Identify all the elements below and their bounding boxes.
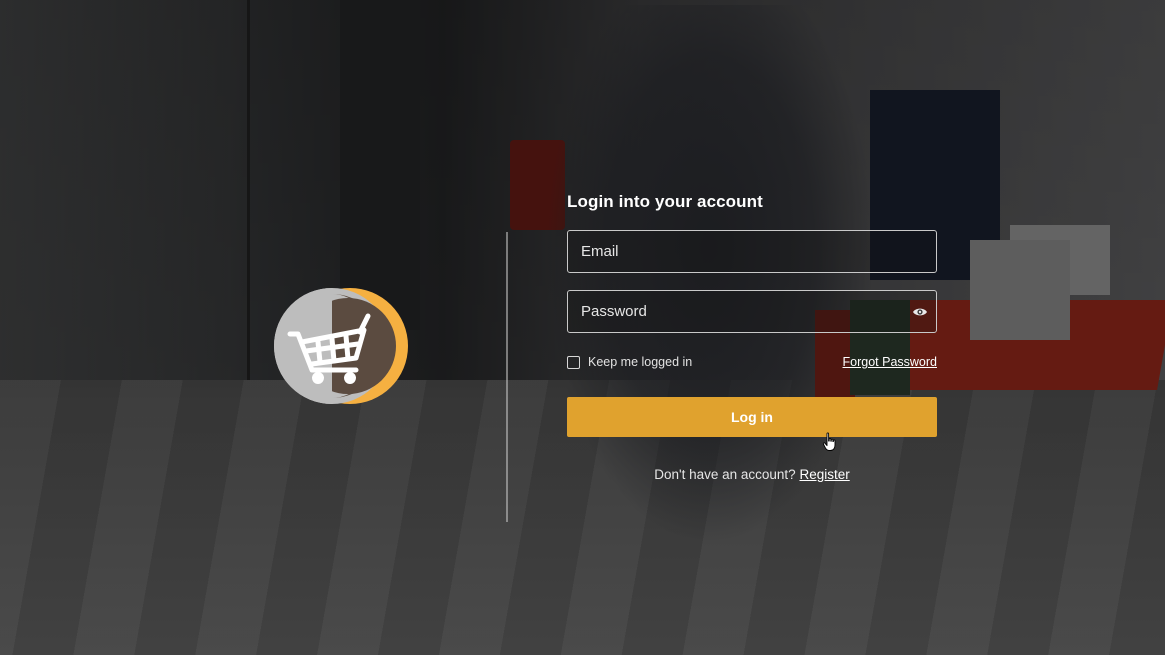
password-field-wrapper [567, 290, 937, 333]
keep-logged-in[interactable]: Keep me logged in [567, 355, 692, 369]
register-prompt: Don't have an account? Register [567, 467, 937, 483]
email-field[interactable] [568, 231, 936, 272]
keep-logged-in-label: Keep me logged in [588, 355, 693, 369]
vertical-divider [506, 232, 508, 522]
register-link[interactable]: Register [799, 467, 849, 482]
email-field-wrapper [567, 230, 937, 273]
password-field[interactable] [568, 291, 936, 332]
no-account-text: Don't have an account? [654, 467, 796, 482]
login-button[interactable]: Log in [567, 397, 937, 437]
login-form: Login into your account Keep me logged i… [567, 190, 937, 483]
options-row: Keep me logged in Forgot Password [567, 353, 937, 371]
form-title: Login into your account [567, 192, 763, 211]
shopping-cart-logo-icon [272, 286, 412, 406]
eye-icon[interactable] [912, 304, 928, 320]
keep-logged-in-checkbox[interactable] [567, 355, 580, 369]
forgot-password-link[interactable]: Forgot Password [843, 355, 937, 369]
hand-pointer-cursor-icon [822, 432, 838, 452]
